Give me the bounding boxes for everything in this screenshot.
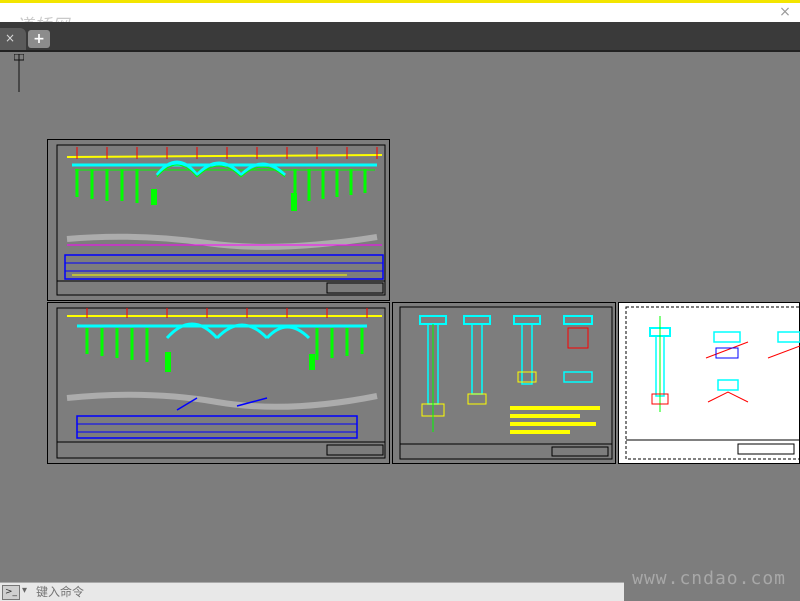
site-watermark: www.cndao.com bbox=[632, 568, 786, 589]
file-tab[interactable]: × bbox=[0, 28, 26, 50]
layout-sheet-2[interactable] bbox=[47, 302, 390, 464]
layout-sheet-1[interactable] bbox=[47, 139, 390, 301]
ucs-icon bbox=[14, 54, 24, 92]
command-line: >_ ▾ bbox=[0, 582, 624, 601]
top-bar: 道桥网 × bbox=[0, 0, 800, 36]
command-line-icon[interactable]: >_ bbox=[2, 585, 20, 600]
chevron-down-icon[interactable]: ▾ bbox=[22, 585, 27, 596]
layout-sheet-3[interactable] bbox=[392, 302, 616, 464]
layout-sheet-4-active[interactable] bbox=[618, 302, 800, 464]
tab-close-icon[interactable]: × bbox=[3, 31, 17, 45]
close-icon[interactable]: × bbox=[778, 5, 792, 19]
new-tab-button[interactable]: + bbox=[28, 30, 50, 48]
file-tab-strip: × + bbox=[0, 22, 800, 52]
command-input[interactable] bbox=[36, 584, 616, 600]
